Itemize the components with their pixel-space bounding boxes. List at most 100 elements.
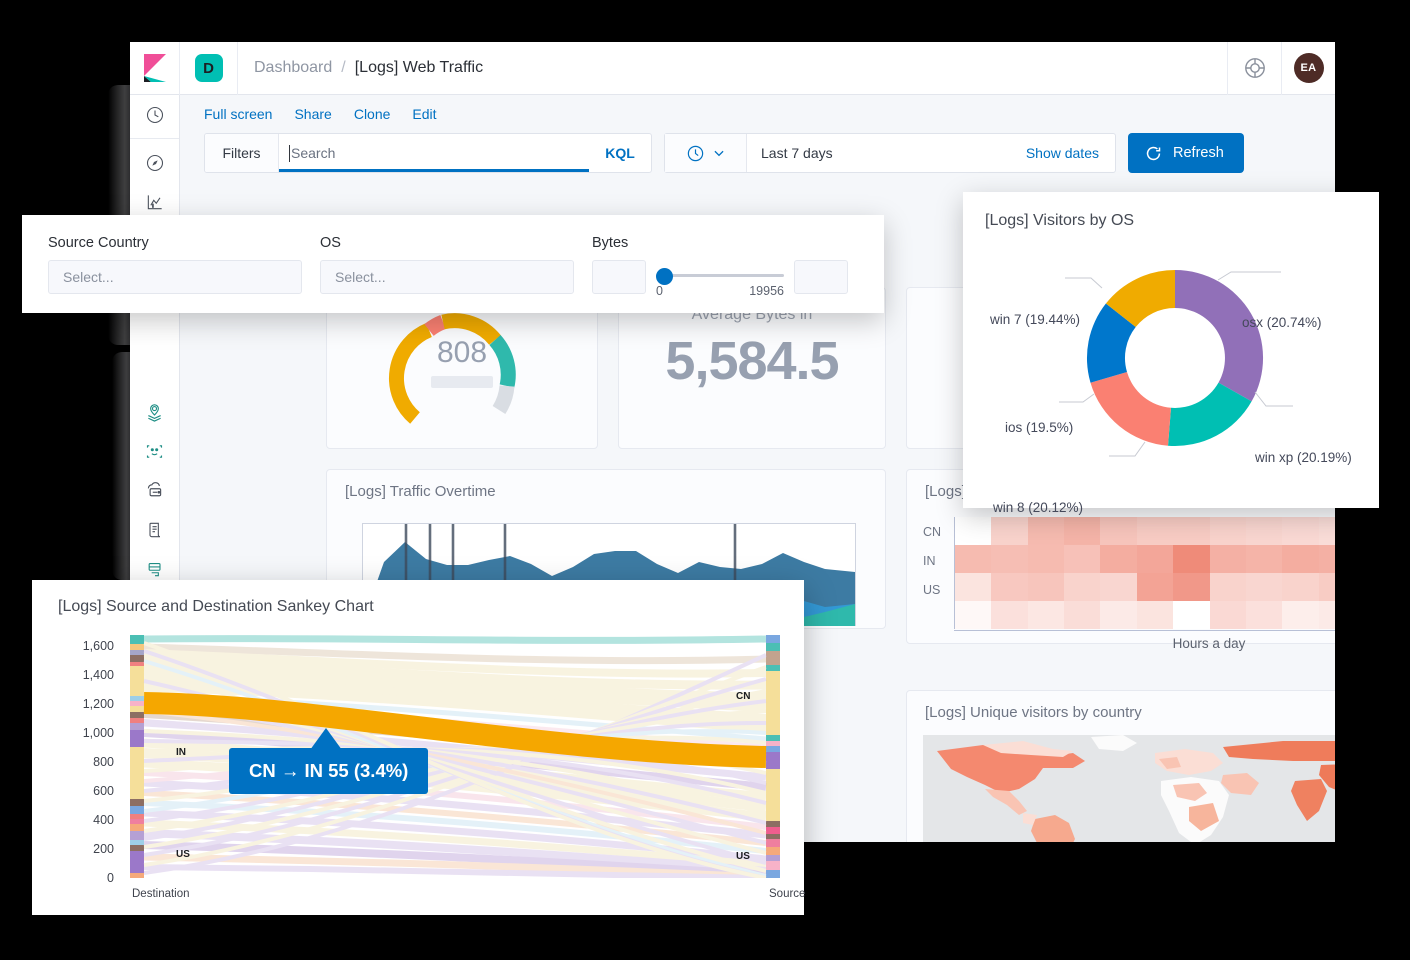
heatmap-cell[interactable]: [1282, 517, 1318, 545]
sidebar-item-infrastructure[interactable]: [130, 471, 180, 510]
date-quick-select-button[interactable]: [665, 134, 747, 172]
heatmap-cell[interactable]: [955, 573, 991, 601]
sidebar-item-maps[interactable]: [130, 393, 180, 432]
breadcrumb-separator: /: [341, 59, 345, 77]
edit-button[interactable]: Edit: [412, 106, 436, 122]
text-caret: [289, 145, 290, 162]
heatmap-cell[interactable]: [1246, 601, 1282, 629]
source-country-filter: Source Country Select...: [48, 235, 302, 298]
heatmap-cell[interactable]: [991, 545, 1027, 573]
sidebar-item-discover[interactable]: [130, 143, 180, 182]
bytes-min-input[interactable]: [592, 260, 646, 294]
sankey-left-axis-label: Destination: [132, 888, 190, 900]
kibana-logo-button[interactable]: [130, 42, 180, 95]
sankey-right-nodes: [766, 635, 780, 878]
heatmap-cell[interactable]: [1210, 601, 1246, 629]
heatmap-cell[interactable]: [955, 545, 991, 573]
screenshot-canvas: D Dashboard / [Logs] Web Traffic: [0, 0, 1410, 960]
heatmap-cell[interactable]: [1282, 545, 1318, 573]
heatmap-cell[interactable]: [1100, 601, 1136, 629]
source-country-select[interactable]: Select...: [48, 260, 302, 294]
heatmap-cell[interactable]: [955, 517, 991, 545]
dashboard-actions-bar: Full screen Share Clone Edit: [180, 95, 1335, 133]
filters-button[interactable]: Filters: [205, 134, 279, 172]
world-choropleth-map[interactable]: [923, 735, 1335, 842]
heatmap-cell[interactable]: [1064, 517, 1100, 545]
heatmap-cell[interactable]: [955, 601, 991, 629]
sidebar-item-recently-viewed[interactable]: [130, 95, 180, 134]
heatmap-cell[interactable]: [1173, 545, 1209, 573]
share-button[interactable]: Share: [294, 106, 331, 122]
breadcrumb-current: [Logs] Web Traffic: [355, 59, 483, 77]
heatmap-x-axis-line: [954, 630, 1335, 631]
heatmap-cell[interactable]: [1210, 545, 1246, 573]
heatmap-grid[interactable]: [954, 517, 1335, 629]
kibana-logo-icon: [142, 54, 168, 82]
clock-icon: [686, 144, 705, 163]
full-screen-button[interactable]: Full screen: [204, 106, 272, 122]
heatmap-cell[interactable]: [1137, 601, 1173, 629]
sidebar-item-machine-learning[interactable]: [130, 432, 180, 471]
bytes-range-slider[interactable]: 0 19956: [656, 260, 784, 298]
heatmap-cell[interactable]: [1282, 601, 1318, 629]
heatmap-cell[interactable]: [1064, 601, 1100, 629]
heatmap-cell[interactable]: [991, 601, 1027, 629]
breadcrumb-dashboard[interactable]: Dashboard: [254, 59, 332, 77]
heatmap-cell[interactable]: [1319, 517, 1335, 545]
space-badge-button[interactable]: D: [180, 42, 238, 95]
search-filter-box: Filters Search KQL: [204, 133, 652, 173]
heatmap-cell[interactable]: [1173, 573, 1209, 601]
date-range-value[interactable]: Last 7 days: [747, 145, 1026, 161]
heatmap-cell[interactable]: [1173, 517, 1209, 545]
gauge-value: 808: [327, 336, 597, 370]
heatmap-cell[interactable]: [1137, 517, 1173, 545]
heatmap-cell[interactable]: [1246, 517, 1282, 545]
slider-thumb[interactable]: [656, 268, 673, 285]
sankey-node-label-cn: CN: [736, 691, 750, 702]
heatmap-cell[interactable]: [1319, 601, 1335, 629]
panel-title-map: [Logs] Unique visitors by country: [907, 691, 1335, 721]
heatmap-cell[interactable]: [1173, 601, 1209, 629]
heatmap-cell[interactable]: [1100, 545, 1136, 573]
refresh-button[interactable]: Refresh: [1128, 133, 1244, 173]
heatmap-cell[interactable]: [1137, 573, 1173, 601]
heatmap-cell[interactable]: [1100, 517, 1136, 545]
heatmap-cell[interactable]: [1028, 517, 1064, 545]
heatmap-cell[interactable]: [1210, 517, 1246, 545]
heatmap-cell[interactable]: [991, 517, 1027, 545]
help-button[interactable]: [1227, 42, 1281, 95]
sankey-right-axis-label: Source: [769, 888, 805, 900]
clone-button[interactable]: Clone: [354, 106, 391, 122]
heatmap-cell[interactable]: [1028, 545, 1064, 573]
heatmap-cell[interactable]: [991, 573, 1027, 601]
os-select[interactable]: Select...: [320, 260, 574, 294]
sankey-y-tick: 1,200: [70, 690, 114, 719]
donut-label-osx: osx (20.74%): [1242, 315, 1322, 330]
logs-scroll-icon: [145, 520, 165, 540]
panel-unique-visitors-map[interactable]: [Logs] Unique visitors by country: [906, 690, 1335, 842]
bytes-max-input[interactable]: [794, 260, 848, 294]
heatmap-cell[interactable]: [1137, 545, 1173, 573]
world-map-svg: [923, 735, 1335, 842]
heatmap-cell[interactable]: [1246, 573, 1282, 601]
show-dates-button[interactable]: Show dates: [1026, 145, 1115, 161]
user-avatar-button[interactable]: EA: [1281, 42, 1335, 95]
sidebar-item-logs[interactable]: [130, 510, 180, 549]
search-input[interactable]: Search: [279, 134, 589, 172]
heatmap-cell[interactable]: [1210, 573, 1246, 601]
donut-chart[interactable]: osx (20.74%) win xp (20.19%) win 8 (20.1…: [963, 230, 1379, 480]
heatmap-cell[interactable]: [1028, 601, 1064, 629]
heatmap-cell[interactable]: [1282, 573, 1318, 601]
heatmap-cell[interactable]: [1100, 573, 1136, 601]
bytes-tick-min: 0: [656, 284, 663, 298]
heatmap-cell[interactable]: [1028, 573, 1064, 601]
heatmap-cell[interactable]: [1064, 545, 1100, 573]
heatmap-cell[interactable]: [1064, 573, 1100, 601]
heatmap-cell[interactable]: [1246, 545, 1282, 573]
heatmap-cell[interactable]: [1319, 545, 1335, 573]
query-language-button[interactable]: KQL: [589, 134, 651, 172]
heatmap-row-label: CN: [923, 518, 941, 547]
heatmap-cell[interactable]: [1319, 573, 1335, 601]
panel-title-sankey: [Logs] Source and Destination Sankey Cha…: [32, 580, 804, 616]
space-badge-label: D: [195, 54, 223, 82]
